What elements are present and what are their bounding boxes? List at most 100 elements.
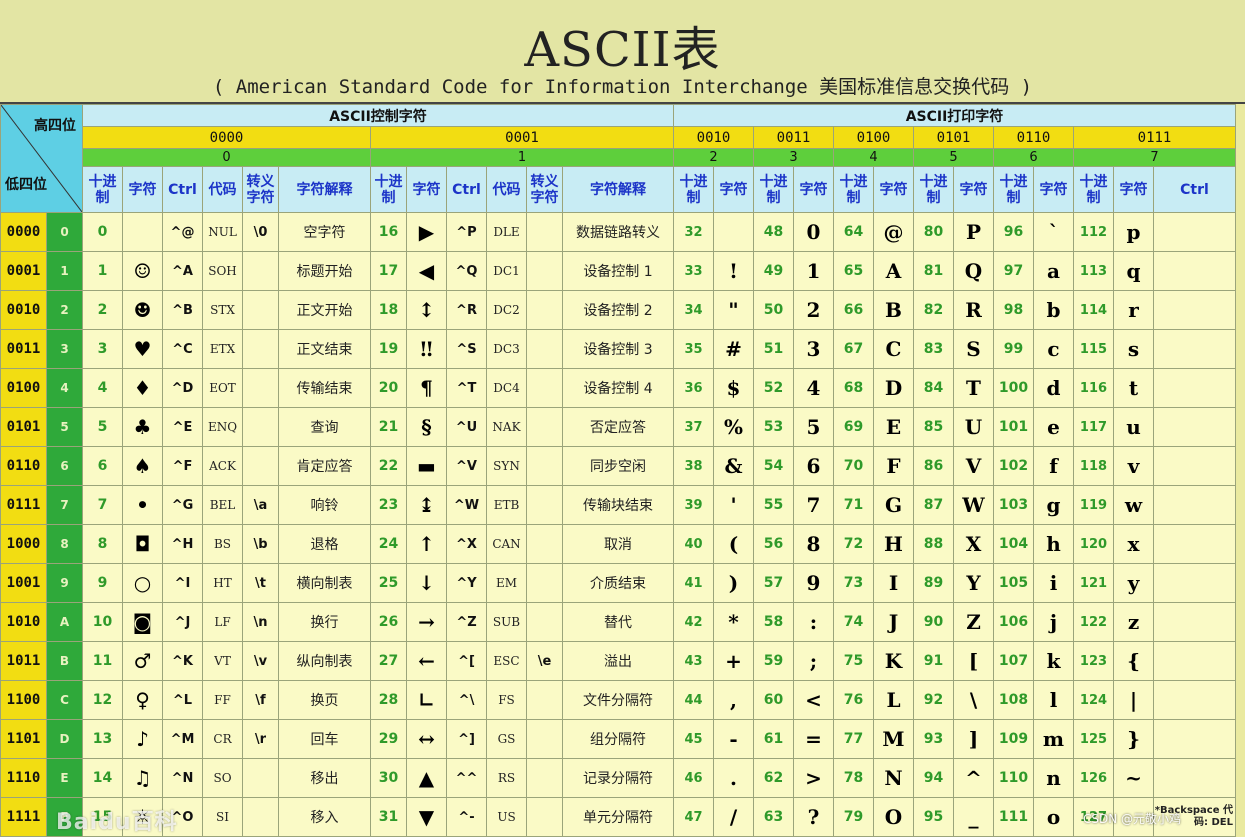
low-bits-hex: D xyxy=(46,719,83,759)
ctrl-dec: 3 xyxy=(82,329,123,369)
print-char: [ xyxy=(953,641,994,681)
ctrl-key: ^F xyxy=(162,446,203,486)
ctrl-glyph: • xyxy=(122,485,163,525)
col-header-dec: 十进制 xyxy=(673,166,714,213)
ctrl-glyph: ↨ xyxy=(406,485,447,525)
low-bits-bin: 1111 xyxy=(0,797,47,837)
ctrl-escape xyxy=(242,758,279,798)
print-char: ; xyxy=(793,641,834,681)
col-header-desc: 字符解释 xyxy=(562,166,674,213)
ctrl-code: NUL xyxy=(202,212,243,252)
csdn-watermark: CSDN @元敬小鸡 xyxy=(1083,812,1182,826)
low-bits-hex: A xyxy=(46,602,83,642)
ctrl-dec: 20 xyxy=(370,368,407,408)
col-header-escape: 转义字符 xyxy=(526,166,563,213)
print-dec: 61 xyxy=(753,719,794,759)
ctrl-dec: 19 xyxy=(370,329,407,369)
ctrl-dec: 11 xyxy=(82,641,123,681)
print-dec: 43 xyxy=(673,641,714,681)
print-char: 1 xyxy=(793,251,834,291)
ctrl-escape xyxy=(526,524,563,564)
ctrl-key: ^D xyxy=(162,368,203,408)
ctrl-escape xyxy=(242,251,279,291)
print-ctrl xyxy=(1153,329,1236,369)
print-dec: 95 xyxy=(913,797,954,837)
print-dec: 92 xyxy=(913,680,954,720)
ctrl-escape: \r xyxy=(242,719,279,759)
print-dec: 106 xyxy=(993,602,1034,642)
print-char: L xyxy=(873,680,914,720)
print-dec: 107 xyxy=(993,641,1034,681)
low-bits-hex: E xyxy=(46,758,83,798)
print-char: ? xyxy=(793,797,834,837)
print-dec: 91 xyxy=(913,641,954,681)
col-header-dec: 十进制 xyxy=(833,166,874,213)
print-char: r xyxy=(1113,290,1154,330)
print-dec: 59 xyxy=(753,641,794,681)
ctrl-escape: \0 xyxy=(242,212,279,252)
ctrl-escape: \v xyxy=(242,641,279,681)
print-char: 5 xyxy=(793,407,834,447)
print-dec: 85 xyxy=(913,407,954,447)
ctrl-dec: 21 xyxy=(370,407,407,447)
ctrl-code: SYN xyxy=(486,446,527,486)
low-bits-bin: 0101 xyxy=(0,407,47,447)
ctrl-description: 溢出 xyxy=(562,641,674,681)
print-char: J xyxy=(873,602,914,642)
ctrl-description: 取消 xyxy=(562,524,674,564)
print-char: $ xyxy=(713,368,754,408)
print-dec: 62 xyxy=(753,758,794,798)
print-dec: 46 xyxy=(673,758,714,798)
print-char: O xyxy=(873,797,914,837)
ctrl-glyph: ☻ xyxy=(122,290,163,330)
ctrl-code: DLE xyxy=(486,212,527,252)
low-bits-bin: 1010 xyxy=(0,602,47,642)
print-dec: 78 xyxy=(833,758,874,798)
ctrl-key: ^I xyxy=(162,563,203,603)
low-bits-hex: 0 xyxy=(46,212,83,252)
col-header-char: 字符 xyxy=(873,166,914,213)
ctrl-dec: 24 xyxy=(370,524,407,564)
print-char: R xyxy=(953,290,994,330)
low-bits-hex: 6 xyxy=(46,446,83,486)
print-dec: 122 xyxy=(1073,602,1114,642)
print-dec: 99 xyxy=(993,329,1034,369)
print-dec: 41 xyxy=(673,563,714,603)
ctrl-dec: 28 xyxy=(370,680,407,720)
print-ctrl xyxy=(1153,758,1236,798)
ctrl-escape xyxy=(526,251,563,291)
print-char: s xyxy=(1113,329,1154,369)
page-title: ASCII表 xyxy=(524,22,721,78)
print-ctrl xyxy=(1153,407,1236,447)
print-char: S xyxy=(953,329,994,369)
ctrl-code: DC4 xyxy=(486,368,527,408)
ctrl-glyph: ◙ xyxy=(122,602,163,642)
ctrl-glyph: ↕ xyxy=(406,290,447,330)
ctrl-glyph: ↔ xyxy=(406,719,447,759)
ctrl-glyph: ♠ xyxy=(122,446,163,486)
ctrl-escape xyxy=(242,797,279,837)
ctrl-dec: 4 xyxy=(82,368,123,408)
ctrl-glyph: ♦ xyxy=(122,368,163,408)
high-bits-hex: 4 xyxy=(833,148,914,167)
col-header-char: 字符 xyxy=(406,166,447,213)
ctrl-dec: 30 xyxy=(370,758,407,798)
ctrl-code: DC2 xyxy=(486,290,527,330)
col-header-char: 字符 xyxy=(953,166,994,213)
ctrl-glyph: ▼ xyxy=(406,797,447,837)
low-bits-bin: 0010 xyxy=(0,290,47,330)
low-bits-bin: 1110 xyxy=(0,758,47,798)
print-char: + xyxy=(713,641,754,681)
ctrl-escape xyxy=(526,758,563,798)
col-header-dec: 十进制 xyxy=(913,166,954,213)
print-dec: 56 xyxy=(753,524,794,564)
print-dec: 93 xyxy=(913,719,954,759)
ctrl-description: 设备控制 1 xyxy=(562,251,674,291)
ctrl-glyph: ♂ xyxy=(122,641,163,681)
print-dec: 45 xyxy=(673,719,714,759)
ctrl-dec: 12 xyxy=(82,680,123,720)
ctrl-dec: 1 xyxy=(82,251,123,291)
print-char: F xyxy=(873,446,914,486)
print-char: 6 xyxy=(793,446,834,486)
ctrl-code: EM xyxy=(486,563,527,603)
